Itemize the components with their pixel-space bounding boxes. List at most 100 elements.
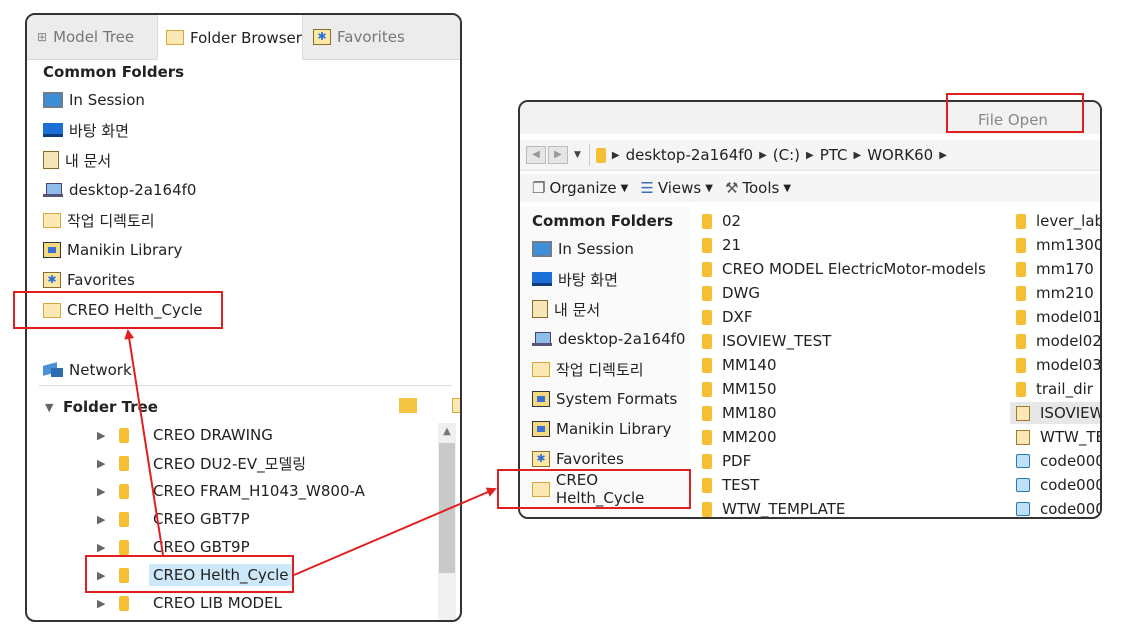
file-item[interactable]: mm1300: [1016, 234, 1100, 256]
breadcrumb-arrow-icon[interactable]: ▶: [854, 150, 862, 161]
nav-item-manikin-library[interactable]: Manikin Library: [532, 416, 671, 442]
views-icon: ☰: [640, 179, 654, 197]
file-item[interactable]: DXF: [702, 306, 752, 328]
breadcrumb-item[interactable]: PTC: [820, 146, 848, 164]
file-item[interactable]: CREO MODEL ElectricMotor-models: [702, 258, 986, 280]
file-label: ISOVIEW_: [1040, 404, 1100, 422]
file-item[interactable]: MM200: [702, 426, 777, 448]
file-label: mm170: [1036, 260, 1094, 278]
file-label: CREO MODEL ElectricMotor-models: [722, 260, 986, 278]
breadcrumb-arrow-icon[interactable]: ▶: [759, 150, 767, 161]
folder-icon: [1016, 357, 1026, 373]
tree-item[interactable]: ▶ CREO GBT7P: [97, 506, 250, 532]
tab-folder-browser[interactable]: Folder Browser: [157, 15, 303, 60]
file-item[interactable]: PDF: [702, 450, 751, 472]
back-icon[interactable]: ◀: [526, 146, 546, 164]
nav-item-label: 내 문서: [554, 300, 601, 319]
divider: [39, 385, 452, 386]
folder-icon: [1016, 261, 1026, 277]
tree-item[interactable]: ▶ CREO FRAM_H1043_W800-A: [97, 478, 365, 504]
desktop-icon: [43, 123, 63, 137]
common-folder-working-directory[interactable]: 작업 디렉토리: [43, 207, 155, 233]
file-item[interactable]: WTW_TEMPLATE: [702, 498, 845, 517]
common-folder-in-session[interactable]: In Session: [43, 87, 145, 113]
file-item[interactable]: mm170: [1016, 258, 1094, 280]
folder-icon: [1016, 309, 1026, 325]
folder-icon: [702, 501, 712, 517]
file-item[interactable]: trail_dir: [1016, 378, 1093, 400]
favorites-icon: ✱: [532, 451, 550, 467]
nav-item-in-session[interactable]: In Session: [532, 236, 634, 262]
file-item[interactable]: model02: [1016, 330, 1100, 352]
breadcrumb-item[interactable]: desktop-2a164f0: [626, 146, 753, 164]
folder-icon: [119, 455, 129, 471]
monitor-icon: [532, 241, 552, 257]
common-folder-desktop[interactable]: 바탕 화면: [43, 117, 129, 143]
expand-arrow-icon: ▶: [97, 484, 106, 498]
tab-model-tree[interactable]: ⊞ Model Tree: [37, 15, 155, 59]
common-folder-favorites[interactable]: ✱ Favorites: [43, 267, 135, 293]
folder-tree-header[interactable]: ▼ Folder Tree: [45, 398, 158, 416]
file-item[interactable]: code0003: [1016, 474, 1100, 496]
breadcrumb-arrow-icon[interactable]: ▶: [806, 150, 814, 161]
file-item[interactable]: DWG: [702, 282, 760, 304]
file-item[interactable]: WTW_TEI: [1016, 426, 1100, 448]
common-folder-documents[interactable]: 내 문서: [43, 147, 111, 173]
views-menu[interactable]: ☰ Views ▼: [640, 179, 713, 197]
file-item-selected[interactable]: ISOVIEW_: [1010, 402, 1100, 424]
tools-menu[interactable]: ⚒ Tools ▼: [725, 179, 791, 197]
nav-item-computer[interactable]: desktop-2a164f0: [532, 326, 685, 352]
delete-folder-icon[interactable]: [452, 398, 460, 413]
common-folder-manikin-library[interactable]: Manikin Library: [43, 237, 182, 263]
expand-arrow-icon: ▶: [97, 428, 106, 442]
nav-item-system-formats[interactable]: System Formats: [532, 386, 677, 412]
breadcrumb-arrow-icon[interactable]: ▶: [939, 150, 947, 161]
network-item[interactable]: Network: [43, 357, 132, 383]
breadcrumb-arrow-icon[interactable]: ▶: [612, 150, 620, 161]
file-item[interactable]: model03: [1016, 354, 1100, 376]
nav-item-documents[interactable]: 내 문서: [532, 296, 600, 322]
folder-icon: [119, 539, 129, 555]
tree-scrollbar[interactable]: ▲: [438, 423, 456, 620]
history-dropdown-icon[interactable]: ▼: [574, 150, 581, 160]
nav-item-label: Manikin Library: [556, 420, 672, 438]
file-item[interactable]: code0003: [1016, 498, 1100, 517]
file-item[interactable]: code0002: [1016, 450, 1100, 472]
address-bar[interactable]: ◀ ▶ ▼ ▶ desktop-2a164f0 ▶ (C:) ▶ PTC ▶ W…: [520, 140, 1100, 171]
file-item[interactable]: mm210: [1016, 282, 1094, 304]
file-label: DWG: [722, 284, 761, 302]
file-item[interactable]: MM180: [702, 402, 777, 424]
tab-strip: ⊞ Model Tree Folder Browser ✱ Favorites: [27, 15, 460, 60]
file-item[interactable]: ISOVIEW_TEST: [702, 330, 831, 352]
tab-favorites[interactable]: ✱ Favorites: [313, 15, 433, 59]
file-item[interactable]: MM140: [702, 354, 777, 376]
forward-icon[interactable]: ▶: [548, 146, 568, 164]
breadcrumb-item[interactable]: WORK60: [867, 146, 933, 164]
tree-item[interactable]: ▶ CREO DU2-EV_모델링: [97, 450, 306, 476]
common-folder-computer[interactable]: desktop-2a164f0: [43, 177, 196, 203]
scroll-up-icon[interactable]: ▲: [438, 423, 456, 441]
file-label: ISOVIEW_TEST: [722, 332, 832, 350]
file-item[interactable]: TEST: [702, 474, 759, 496]
folder-icon: [702, 477, 712, 493]
library-icon: [532, 391, 550, 407]
file-item[interactable]: MM150: [702, 378, 777, 400]
file-label: DXF: [722, 308, 753, 326]
nav-item-working-directory[interactable]: 작업 디렉토리: [532, 356, 644, 382]
tree-item[interactable]: ▶ CREO LIB MODEL: [97, 590, 282, 616]
library-icon: [532, 421, 550, 437]
scroll-thumb[interactable]: [439, 443, 455, 573]
views-label: Views: [657, 179, 702, 197]
tree-item[interactable]: ▶ CREO DRAWING: [97, 422, 273, 448]
breadcrumb-item[interactable]: (C:): [773, 146, 800, 164]
file-item[interactable]: 02: [702, 210, 741, 232]
file-item[interactable]: lever_lab: [1016, 210, 1100, 232]
file-label: MM150: [722, 380, 777, 398]
favorites-icon: ✱: [43, 272, 61, 288]
file-item[interactable]: model01: [1016, 306, 1100, 328]
nav-item-desktop[interactable]: 바탕 화면: [532, 266, 618, 292]
working-directory-icon: [532, 361, 550, 377]
file-item[interactable]: 21: [702, 234, 741, 256]
organize-menu[interactable]: ❐ Organize ▼: [532, 179, 628, 197]
new-folder-icon[interactable]: [399, 398, 417, 413]
